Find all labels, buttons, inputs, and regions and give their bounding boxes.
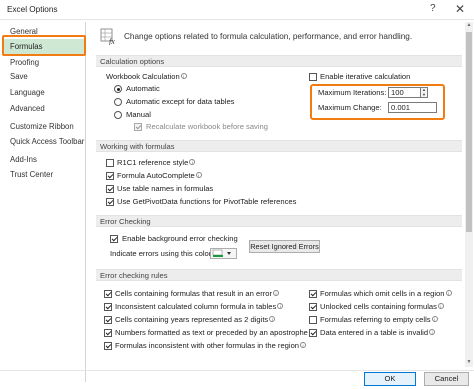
color-swatch-icon	[212, 249, 231, 257]
options-sidebar: General Formulas Proofing Save Language …	[2, 22, 86, 382]
rule-omit-cells-label: Formulas which omit cells in a region i	[320, 289, 452, 298]
workbook-calculation-label: Workbook Calculation i	[106, 72, 187, 81]
info-icon: i	[437, 303, 444, 309]
sidebar-item-proofing[interactable]: Proofing	[2, 55, 86, 70]
radio-manual[interactable]	[114, 111, 122, 119]
scroll-thumb[interactable]	[466, 32, 472, 232]
rule-omit-cells-checkbox[interactable]	[309, 290, 317, 298]
rule-empty-cells-label: Formulas referring to empty cells i	[320, 315, 438, 324]
formula-autocomplete-checkbox[interactable]	[106, 172, 114, 180]
ok-button[interactable]: OK	[364, 372, 416, 386]
radio-automatic[interactable]	[114, 85, 122, 93]
sidebar-item-quick-access-toolbar[interactable]: Quick Access Toolbar	[2, 134, 86, 149]
rule-formulas-error-label: Cells containing formulas that result in…	[115, 289, 280, 298]
background-error-label: Enable background error checking	[122, 234, 238, 243]
rule-two-digit-years-checkbox[interactable]	[104, 316, 112, 324]
rule-formulas-error-checkbox[interactable]	[104, 290, 112, 298]
header-description: Change options related to formula calcul…	[124, 32, 413, 41]
info-icon: i	[300, 342, 307, 348]
info-icon: i	[180, 73, 187, 79]
window-title: Excel Options	[7, 5, 58, 14]
rule-empty-cells-checkbox[interactable]	[309, 316, 317, 324]
rule-inconsistent-column-checkbox[interactable]	[104, 303, 112, 311]
indicate-color-label: Indicate errors using this color:	[110, 249, 214, 258]
title-bar: Excel Options ? ✕	[0, 0, 474, 20]
sidebar-item-save[interactable]: Save	[2, 69, 86, 84]
scroll-down-icon[interactable]: ▼	[465, 359, 473, 367]
section-working-with-formulas: Working with formulas	[96, 140, 462, 152]
background-error-checkbox[interactable]	[110, 235, 118, 243]
recalculate-checkbox[interactable]	[134, 123, 142, 131]
enable-iterative-checkbox[interactable]	[309, 73, 317, 81]
info-icon: i	[445, 290, 452, 296]
info-icon: i	[277, 303, 284, 309]
radio-automatic-except[interactable]	[114, 98, 122, 106]
sidebar-item-customize-ribbon[interactable]: Customize Ribbon	[2, 119, 86, 134]
error-color-picker[interactable]	[210, 248, 237, 259]
section-calculation-options: Calculation options	[96, 55, 462, 67]
sidebar-item-add-ins[interactable]: Add-Ins	[2, 152, 86, 167]
info-icon: i	[195, 172, 202, 178]
formula-autocomplete-label: Formula AutoComplete i	[117, 171, 202, 180]
section-error-checking: Error Checking	[96, 215, 462, 227]
r1c1-checkbox[interactable]	[106, 159, 114, 167]
rule-inconsistent-region-label: Formulas inconsistent with other formula…	[115, 341, 307, 350]
rule-unlocked-cells-checkbox[interactable]	[309, 303, 317, 311]
formulas-highlight-box	[2, 35, 86, 56]
info-icon: i	[429, 329, 436, 335]
enable-iterative-label: Enable iterative calculation	[320, 72, 411, 81]
rule-invalid-data-label: Data entered in a table is invalid i	[320, 328, 436, 337]
info-icon: i	[273, 290, 280, 296]
recalculate-label: Recalculate workbook before saving	[146, 122, 268, 131]
sidebar-item-advanced[interactable]: Advanced	[2, 101, 86, 116]
rule-unlocked-cells-label: Unlocked cells containing formulas i	[320, 302, 444, 311]
section-error-checking-rules: Error checking rules	[96, 269, 462, 281]
rule-invalid-data-checkbox[interactable]	[309, 329, 317, 337]
close-icon[interactable]: ✕	[455, 2, 465, 16]
info-icon: i	[189, 159, 196, 165]
sidebar-item-trust-center[interactable]: Trust Center	[2, 167, 86, 182]
rule-inconsistent-region-checkbox[interactable]	[104, 342, 112, 350]
help-icon[interactable]: ?	[430, 3, 436, 14]
vertical-scrollbar[interactable]: ▲ ▼	[465, 22, 473, 367]
rule-two-digit-years-label: Cells containing years represented as 2 …	[115, 315, 276, 324]
footer-divider	[0, 370, 474, 371]
table-names-checkbox[interactable]	[106, 185, 114, 193]
rule-numbers-as-text-label: Numbers formatted as text or preceded by…	[115, 328, 315, 337]
r1c1-label: R1C1 reference style i	[117, 158, 196, 167]
info-icon: i	[269, 316, 276, 322]
formulas-panel: fx Change options related to formula cal…	[92, 22, 465, 367]
scroll-up-icon[interactable]: ▲	[465, 22, 473, 30]
cancel-button[interactable]: Cancel	[424, 372, 469, 386]
rule-numbers-as-text-checkbox[interactable]	[104, 329, 112, 337]
iteration-highlight-box	[310, 84, 445, 120]
radio-manual-label: Manual	[126, 110, 151, 119]
formula-fx-icon: fx	[100, 28, 115, 45]
svg-text:fx: fx	[109, 37, 115, 45]
reset-ignored-errors-button[interactable]: Reset Ignored Errors	[249, 240, 320, 253]
sidebar-item-language[interactable]: Language	[2, 85, 86, 100]
table-names-label: Use table names in formulas	[117, 184, 214, 193]
getpivotdata-checkbox[interactable]	[106, 198, 114, 206]
radio-automatic-label: Automatic	[126, 84, 160, 93]
info-icon: i	[431, 316, 438, 322]
rule-inconsistent-column-label: Inconsistent calculated column formula i…	[115, 302, 284, 311]
getpivotdata-label: Use GetPivotData functions for PivotTabl…	[117, 197, 297, 206]
radio-automatic-except-label: Automatic except for data tables	[126, 97, 235, 106]
